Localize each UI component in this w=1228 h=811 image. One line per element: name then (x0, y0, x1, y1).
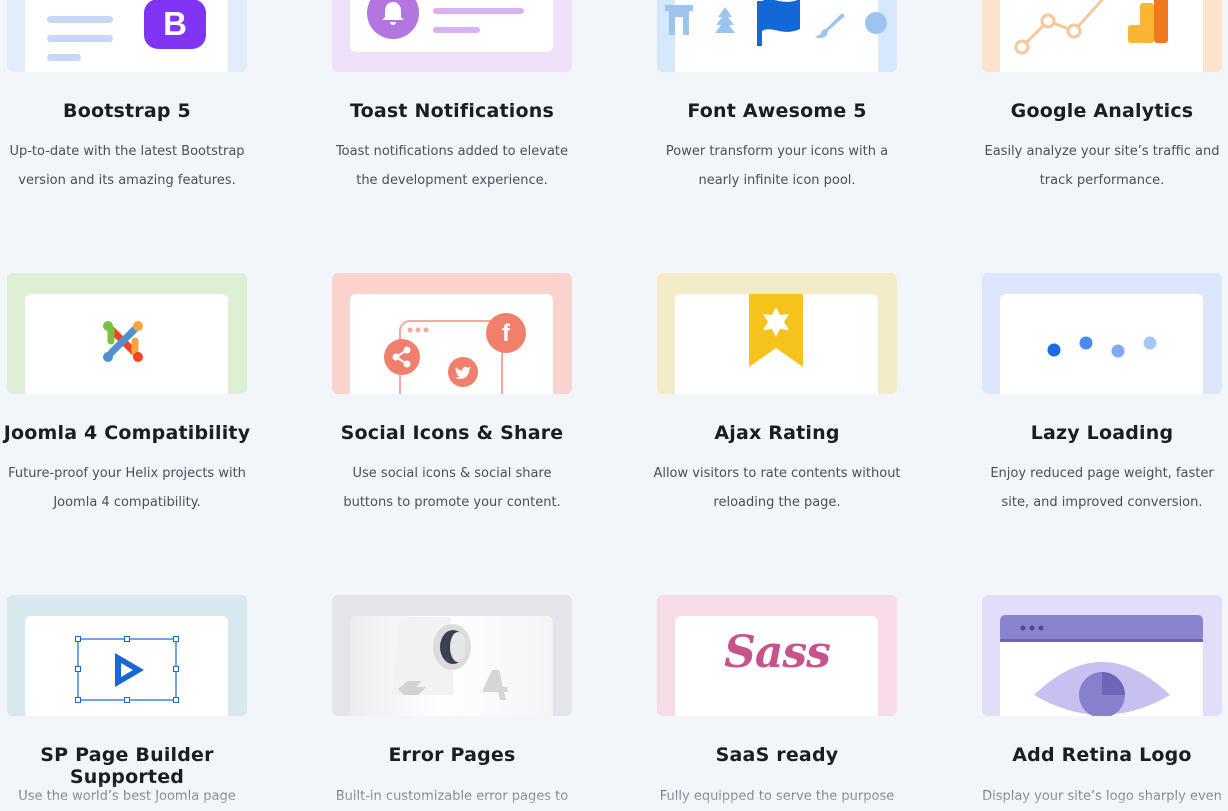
fontawesome-thumbnail (657, 0, 897, 72)
feature-title: Font Awesome 5 (687, 100, 867, 122)
icon-collection-icon (665, 0, 887, 46)
joomla-thumbnail (7, 273, 247, 394)
analytics-thumbnail (982, 0, 1222, 72)
bootstrap-thumbnail: B (7, 0, 247, 72)
feature-description: Future-proof your Helix projects with Jo… (8, 466, 246, 510)
feature-title: Ajax Rating (714, 422, 840, 444)
retina-thumbnail (982, 595, 1222, 716)
facebook-icon: f (486, 313, 526, 353)
error-404-icon (392, 617, 508, 700)
text-lines-icon (47, 16, 113, 61)
rating-thumbnail (657, 273, 897, 394)
share-icon (384, 339, 420, 375)
loading-dots-icon (1047, 336, 1157, 358)
bootstrap-logo-icon: B (144, 0, 206, 49)
feature-title: Joomla 4 Compatibility (3, 422, 251, 444)
feature-title: Error Pages (388, 744, 516, 766)
feature-description: Toast notifications added to elevate the… (335, 144, 569, 188)
feature-title: Google Analytics (1010, 100, 1194, 122)
feature-title: Add Retina Logo (1012, 744, 1192, 766)
feature-description: Display your site’s logo sharply even (982, 789, 1222, 804)
star-ribbon-icon (749, 294, 803, 367)
feature-description: Power transform your icons with a nearly… (665, 144, 889, 188)
joomla-logo-icon (103, 321, 143, 362)
page-builder-logo-icon (75, 636, 179, 703)
feature-description: Use the world’s best Joomla page (18, 789, 236, 804)
feature-description: Fully equipped to serve the purpose (659, 789, 895, 804)
retina-eye-icon (1000, 615, 1203, 716)
pagebuilder-thumbnail (7, 595, 247, 716)
errorpages-thumbnail (332, 595, 572, 716)
feature-description: Enjoy reduced page weight, faster site, … (990, 466, 1214, 510)
feature-title: Bootstrap 5 (63, 100, 191, 122)
sass-logo-icon: Sass (724, 627, 831, 678)
feature-description: Use social icons & social share buttons … (343, 466, 561, 510)
sass-thumbnail: Sass (657, 595, 897, 716)
analytics-chart-icon (1014, 0, 1168, 55)
feature-description: Built-in customizable error pages to (335, 789, 569, 804)
bell-icon (367, 0, 419, 39)
feature-description: Up-to-date with the latest Bootstrap ver… (9, 144, 245, 188)
twitter-icon (448, 357, 478, 387)
feature-title: Lazy Loading (1030, 422, 1174, 444)
lazy-thumbnail (982, 273, 1222, 394)
feature-title: SaaS ready (715, 744, 839, 766)
feature-title: Toast Notifications (349, 100, 554, 122)
feature-title: Social Icons & Share (340, 422, 564, 444)
feature-description: Allow visitors to rate contents without … (653, 466, 901, 510)
social-thumbnail: f (332, 273, 572, 394)
feature-description: Easily analyze your site’s traffic and t… (984, 144, 1220, 188)
toast-thumbnail (332, 0, 572, 72)
